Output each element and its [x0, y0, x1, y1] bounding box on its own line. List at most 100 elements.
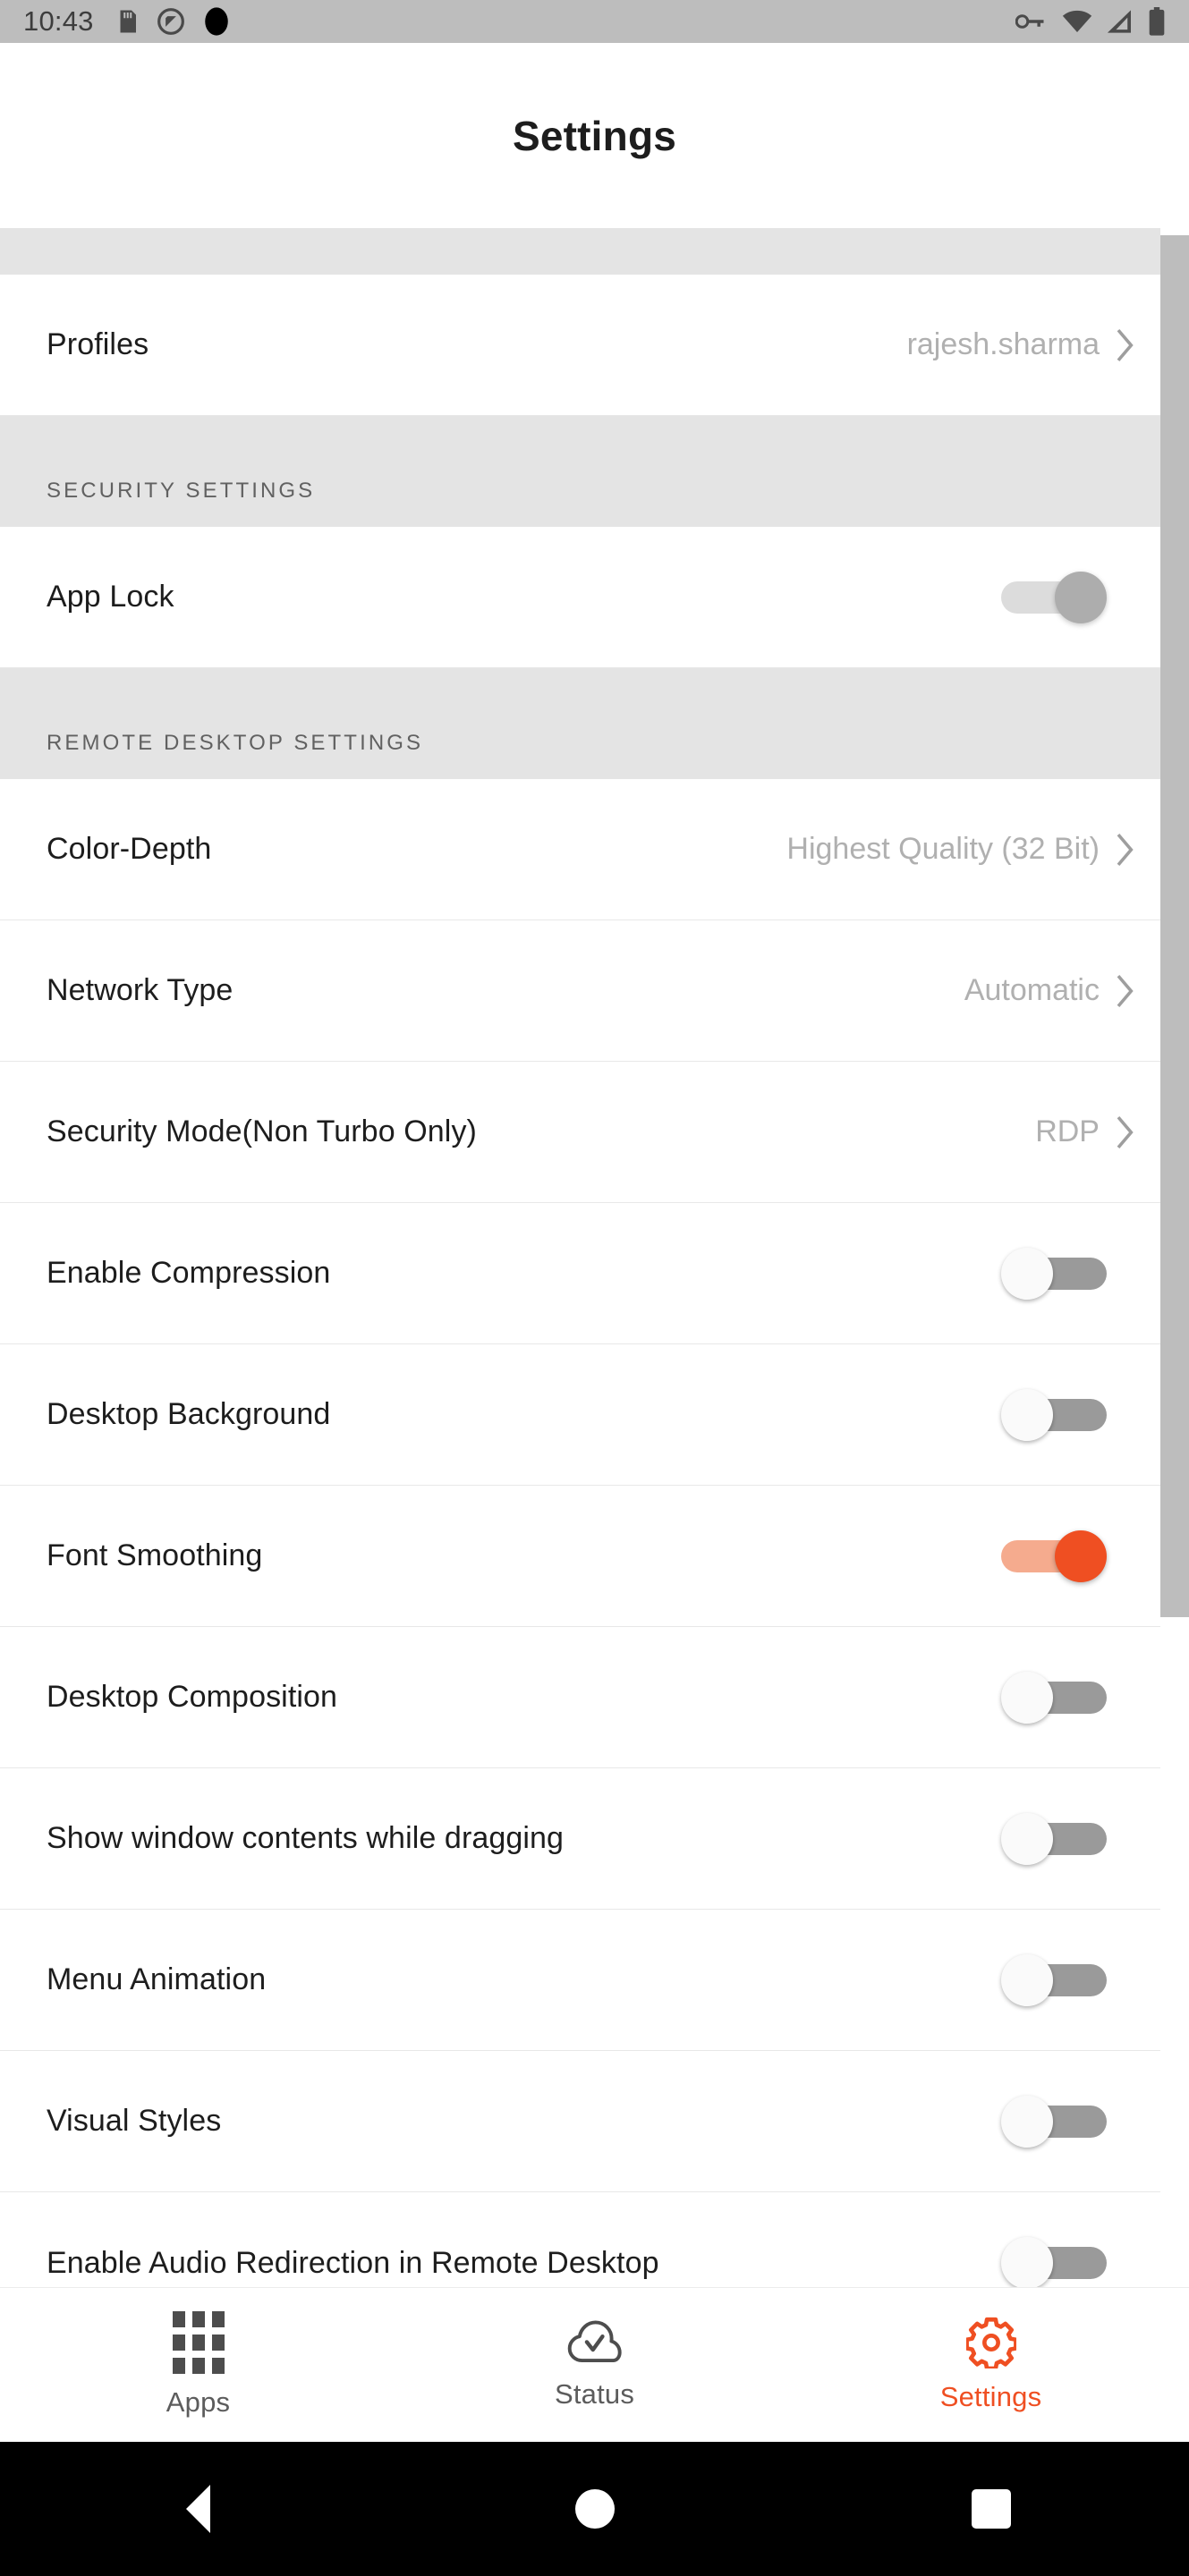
settings-list: Profiles rajesh.sharma SECURITY SETTINGS…: [0, 228, 1189, 2287]
toggle-thumb: [1001, 2095, 1053, 2148]
toggle-font-smoothing[interactable]: [1001, 1530, 1107, 1582]
status-bar-clock: 10:43: [23, 5, 94, 37]
setting-row-right: [1001, 1953, 1160, 2006]
android-system-nav-bar: [0, 2442, 1189, 2576]
nav-item-settings[interactable]: Settings: [793, 2317, 1189, 2413]
setting-label: Enable Audio Redirection in Remote Deskt…: [47, 2245, 659, 2280]
setting-row-menu-animation[interactable]: Menu Animation: [0, 1910, 1160, 2051]
setting-row-enable-compression[interactable]: Enable Compression: [0, 1203, 1160, 1344]
status-bar-right-icons: [1015, 7, 1166, 36]
setting-row-desktop-composition[interactable]: Desktop Composition: [0, 1627, 1160, 1768]
chevron-right-icon: [1117, 833, 1134, 866]
toggle-thumb: [1001, 1388, 1053, 1441]
nav-item-label: Apps: [166, 2386, 231, 2418]
toggle-thumb: [1055, 571, 1107, 623]
setting-row-right: [1001, 2095, 1160, 2148]
setting-label: Enable Compression: [47, 1256, 331, 1290]
section-header-remote-desktop: REMOTE DESKTOP SETTINGS: [0, 668, 1160, 779]
apps-grid-icon: [172, 2311, 225, 2374]
setting-label: Visual Styles: [47, 2104, 222, 2138]
setting-row-font-smoothing[interactable]: Font Smoothing: [0, 1486, 1160, 1627]
toggle-thumb: [1001, 2237, 1053, 2287]
setting-label: Show window contents while dragging: [47, 1821, 565, 1855]
section-header-security: SECURITY SETTINGS: [0, 416, 1160, 527]
vpn-key-icon: [1015, 14, 1044, 29]
setting-row-desktop-background[interactable]: Desktop Background: [0, 1344, 1160, 1486]
setting-row-app-lock[interactable]: App Lock: [0, 527, 1160, 668]
wifi-icon: [1062, 10, 1092, 33]
cellular-signal-icon: [1107, 10, 1131, 33]
phone-screen: 10:43 Settings Profiles rajesh.sharma SE…: [0, 0, 1189, 2576]
toggle-enable-compression[interactable]: [1001, 1247, 1107, 1300]
gear-icon: [965, 2317, 1016, 2368]
setting-label: Desktop Background: [47, 1397, 331, 1431]
setting-label: Color-Depth: [47, 832, 212, 866]
system-status-bar: 10:43: [0, 0, 1189, 43]
setting-label: Profiles: [47, 327, 149, 361]
toggle-visual-styles[interactable]: [1001, 2095, 1107, 2148]
toggle-app-lock[interactable]: [1001, 571, 1107, 623]
setting-row-right: [1001, 1671, 1160, 1724]
android-home-button[interactable]: [396, 2489, 793, 2529]
sd-card-icon: [120, 10, 136, 33]
setting-row-enable-audio-redirection[interactable]: Enable Audio Redirection in Remote Deskt…: [0, 2192, 1160, 2287]
setting-row-network-type[interactable]: Network Type Automatic: [0, 920, 1160, 1062]
setting-value: Automatic: [964, 973, 1100, 1007]
section-header-label: REMOTE DESKTOP SETTINGS: [47, 731, 424, 755]
nav-item-label: Settings: [939, 2381, 1042, 2412]
do-not-disturb-icon: [157, 8, 184, 35]
cloud-check-icon: [567, 2320, 622, 2363]
toggle-thumb: [1001, 1812, 1053, 1865]
android-back-button[interactable]: [0, 2485, 396, 2533]
setting-row-color-depth[interactable]: Color-Depth Highest Quality (32 Bit): [0, 779, 1160, 920]
setting-label: Desktop Composition: [47, 1680, 338, 1714]
camera-cutout-icon: [204, 7, 228, 36]
page-title: Settings: [512, 112, 677, 159]
setting-row-profiles[interactable]: Profiles rajesh.sharma: [0, 275, 1160, 416]
setting-row-right: rajesh.sharma: [907, 327, 1160, 362]
setting-row-right: [1001, 1247, 1160, 1300]
app-bar: Settings: [0, 43, 1189, 228]
setting-row-right: [1001, 1388, 1160, 1441]
nav-item-status[interactable]: Status: [396, 2319, 793, 2411]
bottom-navigation-bar: Apps Status Settings: [0, 2287, 1189, 2442]
setting-label: App Lock: [47, 580, 174, 614]
section-header-label: SECURITY SETTINGS: [47, 479, 316, 503]
setting-row-visual-styles[interactable]: Visual Styles: [0, 2051, 1160, 2192]
toggle-thumb: [1001, 1953, 1053, 2006]
setting-value: Highest Quality (32 Bit): [786, 832, 1100, 866]
section-header-spacer: [0, 228, 1160, 275]
recents-square-icon: [971, 2489, 1011, 2529]
toggle-thumb: [1055, 1530, 1107, 1582]
toggle-enable-audio-redirection[interactable]: [1001, 2237, 1107, 2287]
setting-label: Security Mode(Non Turbo Only): [47, 1114, 477, 1148]
setting-label: Menu Animation: [47, 1962, 267, 1996]
setting-row-right: Automatic: [964, 973, 1160, 1008]
settings-scroll-area[interactable]: Profiles rajesh.sharma SECURITY SETTINGS…: [0, 228, 1189, 2287]
status-bar-left-icons: [114, 5, 232, 38]
setting-value: rajesh.sharma: [906, 327, 1100, 361]
home-circle-icon: [574, 2489, 615, 2529]
setting-row-right: [1001, 1812, 1160, 1865]
toggle-desktop-background[interactable]: [1001, 1388, 1107, 1441]
toggle-thumb: [1001, 1247, 1053, 1300]
toggle-menu-animation[interactable]: [1001, 1953, 1107, 2006]
setting-row-right: Highest Quality (32 Bit): [786, 832, 1160, 867]
setting-row-right: [1001, 1530, 1160, 1582]
toggle-desktop-composition[interactable]: [1001, 1671, 1107, 1724]
back-triangle-icon: [186, 2485, 210, 2533]
setting-row-right: [1001, 2237, 1160, 2287]
setting-row-security-mode[interactable]: Security Mode(Non Turbo Only) RDP: [0, 1062, 1160, 1203]
setting-row-show-window-contents[interactable]: Show window contents while dragging: [0, 1768, 1160, 1910]
toggle-thumb: [1001, 1671, 1053, 1724]
setting-value: RDP: [1035, 1114, 1100, 1148]
battery-icon: [1149, 7, 1165, 36]
nav-item-apps[interactable]: Apps: [0, 2311, 396, 2419]
nav-item-label: Status: [554, 2378, 635, 2410]
chevron-right-icon: [1117, 1115, 1134, 1148]
android-recents-button[interactable]: [793, 2489, 1189, 2529]
setting-label: Network Type: [47, 973, 234, 1007]
setting-row-right: RDP: [1035, 1114, 1160, 1149]
setting-row-right: [1001, 571, 1160, 623]
toggle-show-window-contents[interactable]: [1001, 1812, 1107, 1865]
